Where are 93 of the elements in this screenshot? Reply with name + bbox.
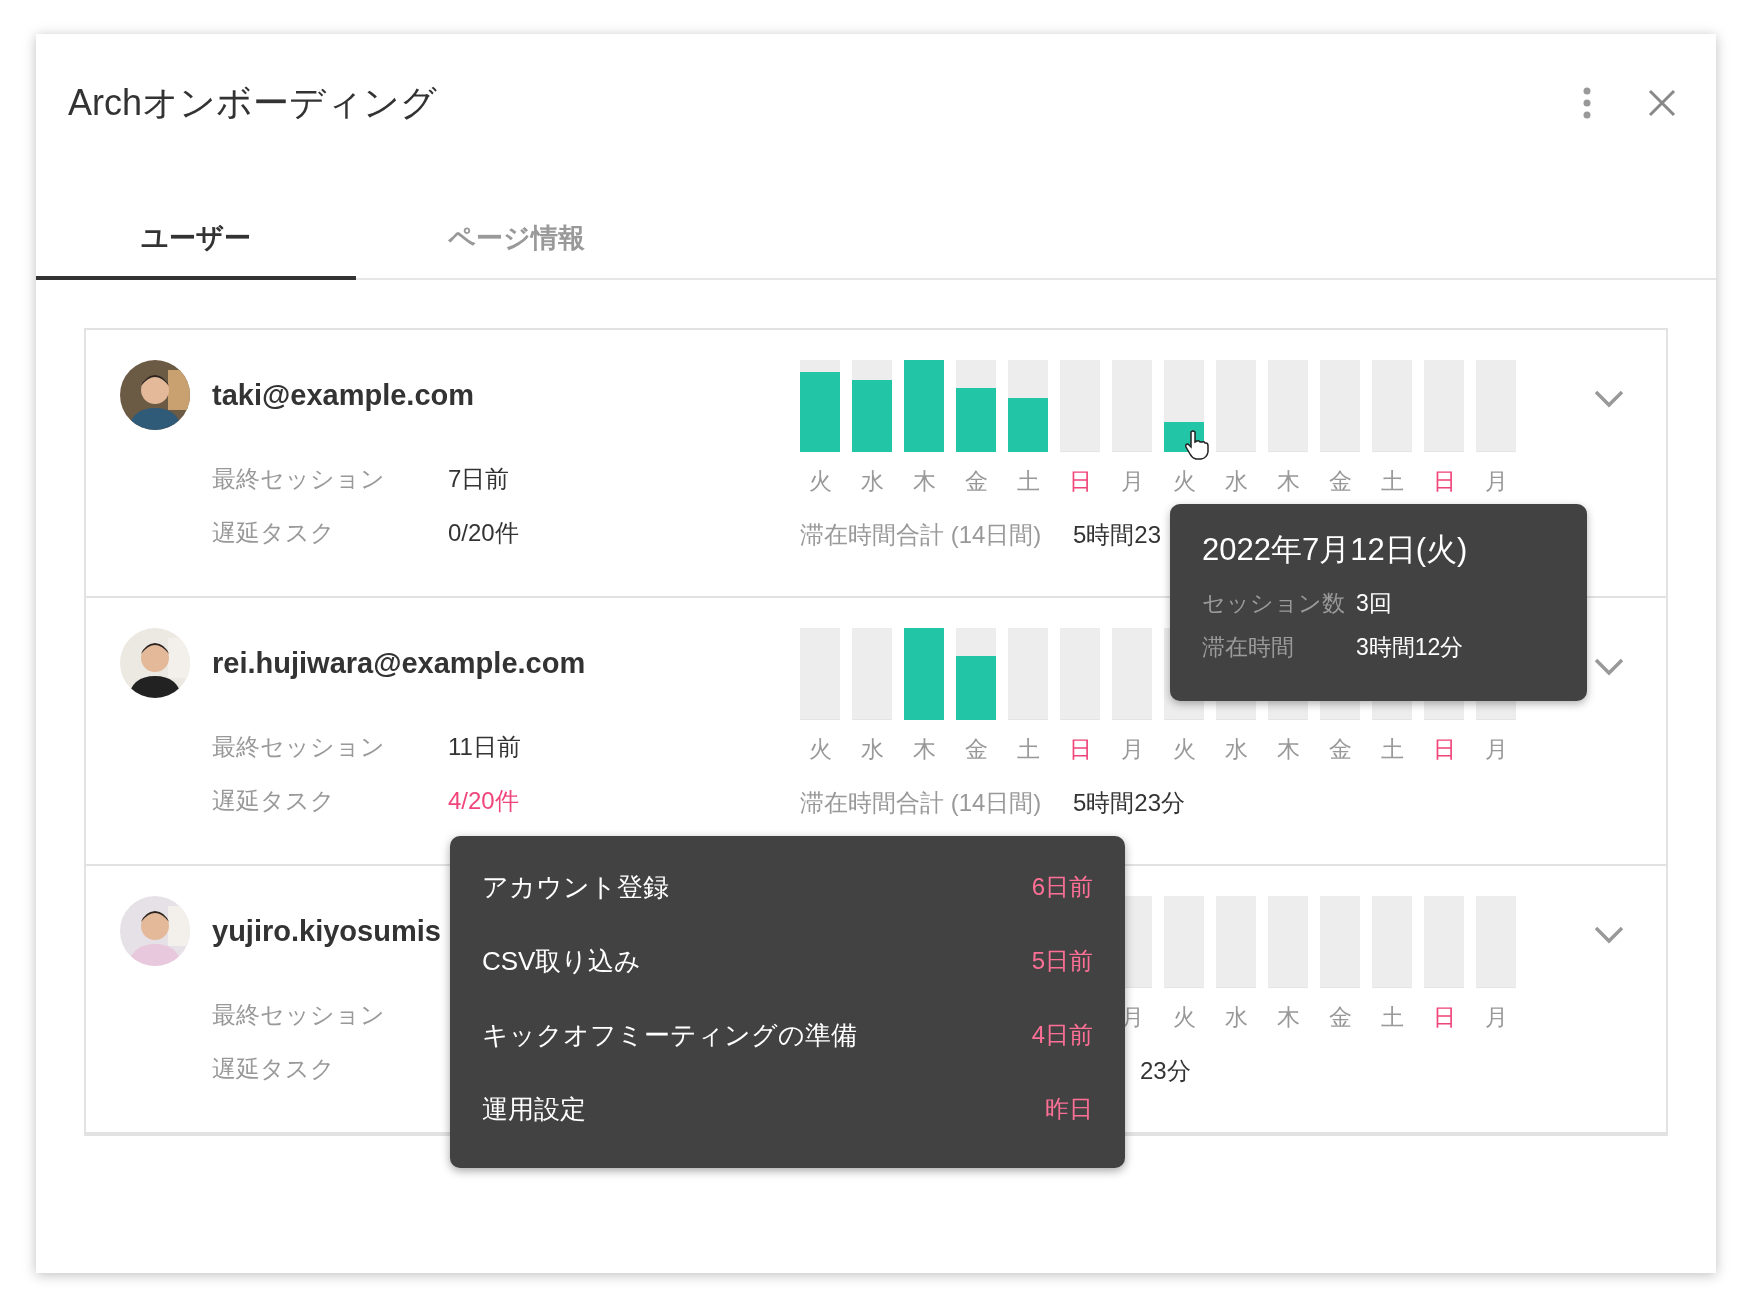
tooltip-title: 2022年7月12日(火) bbox=[1202, 531, 1469, 569]
weekday-label: 月 bbox=[1119, 735, 1145, 764]
bar-track[interactable] bbox=[852, 628, 892, 720]
weekday-label: 木 bbox=[911, 735, 937, 764]
weekday-label: 水 bbox=[1223, 467, 1249, 496]
weekday-label: 土 bbox=[1015, 735, 1041, 764]
field-value: 4/20件 bbox=[448, 786, 520, 816]
bar-track[interactable] bbox=[956, 360, 996, 452]
weekday-label: 火 bbox=[1171, 467, 1197, 496]
bar-track[interactable] bbox=[1268, 896, 1308, 988]
weekday-label: 金 bbox=[1327, 735, 1353, 764]
weekday-label: 金 bbox=[963, 467, 989, 496]
tooltip-value: 3回 bbox=[1356, 589, 1393, 618]
field-value: 7日前 bbox=[448, 464, 511, 494]
bar-track[interactable] bbox=[1268, 360, 1308, 452]
bar-track[interactable] bbox=[800, 628, 840, 720]
bar-track[interactable] bbox=[1476, 360, 1516, 452]
weekday-label: 日 bbox=[1431, 1003, 1457, 1032]
field-label: 最終セッション bbox=[212, 732, 386, 762]
weekday-label: 木 bbox=[1275, 735, 1301, 764]
bar-track[interactable] bbox=[1372, 896, 1412, 988]
weekday-label: 火 bbox=[807, 467, 833, 496]
weekday-label: 土 bbox=[1379, 467, 1405, 496]
field-value: 11日前 bbox=[448, 732, 522, 762]
hand-cursor-icon bbox=[1184, 430, 1210, 460]
field-label: 最終セッション bbox=[212, 464, 386, 494]
weekday-label: 月 bbox=[1483, 1003, 1509, 1032]
weekday-label: 木 bbox=[1275, 467, 1301, 496]
weekday-label: 金 bbox=[1327, 1003, 1353, 1032]
bar-track[interactable] bbox=[1424, 360, 1464, 452]
bar-track[interactable] bbox=[1424, 896, 1464, 988]
weekday-label: 月 bbox=[1483, 735, 1509, 764]
weekday-label: 火 bbox=[1171, 735, 1197, 764]
weekday-label: 水 bbox=[859, 735, 885, 764]
bar-track[interactable] bbox=[1216, 896, 1256, 988]
bar-track[interactable] bbox=[1060, 360, 1100, 452]
tooltip-value: 3時間12分 bbox=[1356, 633, 1465, 662]
bar-track[interactable] bbox=[1372, 360, 1412, 452]
field-label: 遅延タスク bbox=[212, 1054, 336, 1084]
weekday-label: 木 bbox=[911, 467, 937, 496]
weekday-label: 月 bbox=[1119, 467, 1145, 496]
weekday-label: 火 bbox=[807, 735, 833, 764]
user-email: yujiro.kiyosumis bbox=[212, 914, 441, 948]
total-value: 5時間23分 bbox=[1073, 788, 1186, 818]
bar-track[interactable] bbox=[956, 628, 996, 720]
weekday-label: 水 bbox=[859, 467, 885, 496]
close-icon[interactable] bbox=[1648, 89, 1676, 117]
bar-track[interactable] bbox=[1060, 628, 1100, 720]
total-value: 5時間23 bbox=[1073, 520, 1162, 550]
menu-item[interactable]: アカウント登録 6日前 bbox=[450, 850, 1125, 924]
weekday-label: 土 bbox=[1379, 735, 1405, 764]
menu-item[interactable]: 運用設定 昨日 bbox=[450, 1072, 1125, 1146]
weekday-label: 月 bbox=[1483, 467, 1509, 496]
bar-track[interactable] bbox=[1216, 360, 1256, 452]
dialog-title: Archオンボーディング bbox=[68, 80, 438, 125]
field-label: 遅延タスク bbox=[212, 786, 336, 816]
bar-track[interactable] bbox=[852, 360, 892, 452]
chevron-down-icon[interactable] bbox=[1594, 390, 1624, 408]
menu-item[interactable]: CSV取り込み 5日前 bbox=[450, 924, 1125, 998]
tooltip-label: 滞在時間 bbox=[1202, 633, 1295, 662]
tab[interactable]: ユーザー bbox=[36, 216, 356, 280]
user-email: rei.hujiwara@example.com bbox=[212, 646, 586, 680]
weekday-label: 水 bbox=[1223, 1003, 1249, 1032]
tooltip-label: セッション数 bbox=[1202, 589, 1346, 618]
user-email: taki@example.com bbox=[212, 378, 474, 412]
weekday-label: 日 bbox=[1431, 467, 1457, 496]
weekday-label: 日 bbox=[1067, 735, 1093, 764]
bar-track[interactable] bbox=[1320, 896, 1360, 988]
weekday-label: 金 bbox=[1327, 467, 1353, 496]
field-label: 遅延タスク bbox=[212, 518, 336, 548]
weekday-label: 土 bbox=[1379, 1003, 1405, 1032]
weekday-label: 土 bbox=[1015, 467, 1041, 496]
weekday-label: 木 bbox=[1275, 1003, 1301, 1032]
field-value: 0/20件 bbox=[448, 518, 520, 548]
chevron-down-icon[interactable] bbox=[1594, 658, 1624, 676]
weekday-label: 火 bbox=[1171, 1003, 1197, 1032]
more-icon[interactable] bbox=[1582, 87, 1592, 119]
total-label: 滞在時間合計 (14日間) bbox=[800, 788, 1043, 818]
bar-track[interactable] bbox=[1112, 360, 1152, 452]
weekday-label: 金 bbox=[963, 735, 989, 764]
weekday-label: 水 bbox=[1223, 735, 1249, 764]
total-value: 23分 bbox=[1140, 1056, 1191, 1086]
bar-track[interactable] bbox=[1164, 896, 1204, 988]
bar-track[interactable] bbox=[1112, 628, 1152, 720]
bar-track[interactable] bbox=[1320, 360, 1360, 452]
bar-track[interactable] bbox=[1476, 896, 1516, 988]
bar-track[interactable] bbox=[1008, 628, 1048, 720]
weekday-label: 日 bbox=[1431, 735, 1457, 764]
weekday-label: 日 bbox=[1067, 467, 1093, 496]
chevron-down-icon[interactable] bbox=[1594, 926, 1624, 944]
total-label: 滞在時間合計 (14日間) bbox=[800, 520, 1043, 550]
bar-track[interactable] bbox=[1008, 360, 1048, 452]
field-label: 最終セッション bbox=[212, 1000, 386, 1030]
